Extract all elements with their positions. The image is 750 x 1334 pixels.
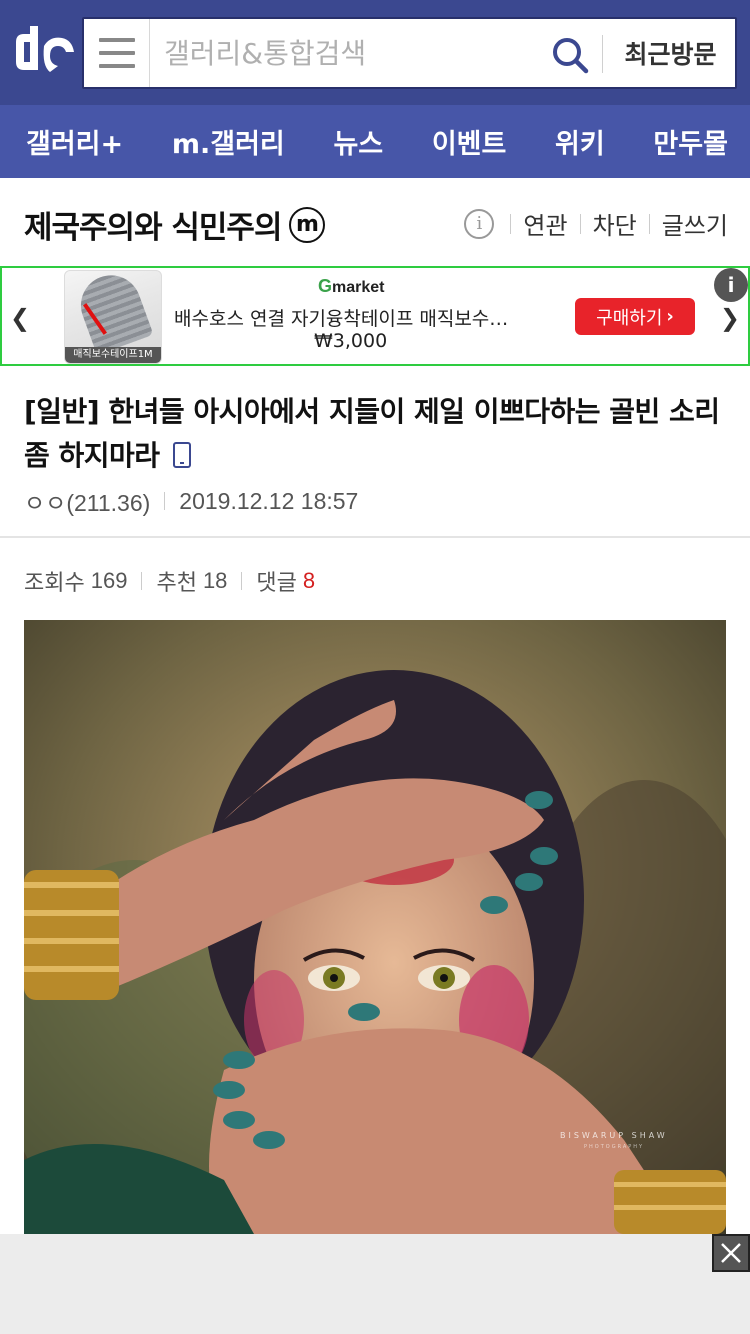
chevron-right-icon[interactable]: ❯ bbox=[720, 304, 740, 332]
menu-line bbox=[98, 38, 135, 42]
info-icon[interactable]: i bbox=[464, 208, 495, 239]
top-header: 최근방문 bbox=[0, 0, 750, 105]
mobile-icon bbox=[172, 442, 191, 468]
post-meta: ㅇㅇ(211.36) 2019.12.12 18:57 bbox=[24, 484, 358, 518]
views-count: 169 bbox=[90, 568, 128, 593]
ad-product-image[interactable]: 매직보수테이프1M bbox=[64, 270, 162, 364]
chevron-right-icon: › bbox=[666, 306, 674, 327]
photo-watermark-sub: PHOTOGRAPHY bbox=[584, 1144, 644, 1150]
separator bbox=[164, 492, 166, 510]
hamburger-menu-button[interactable] bbox=[84, 19, 150, 87]
brand-name: market bbox=[332, 279, 385, 296]
hose-graphic bbox=[72, 271, 154, 356]
close-x-graphic bbox=[721, 1243, 741, 1263]
buy-button[interactable]: 구매하기 › bbox=[575, 298, 695, 335]
nav-item-mandu-mall[interactable]: 만두몰 bbox=[653, 122, 728, 161]
gallery-actions: i 연관 차단 글쓰기 bbox=[464, 206, 728, 241]
close-icon[interactable] bbox=[712, 1234, 750, 1272]
ad-info-icon[interactable]: i bbox=[714, 268, 748, 302]
divider bbox=[0, 536, 750, 538]
views-label: 조회수 bbox=[24, 570, 85, 595]
buy-label: 구매하기 bbox=[596, 307, 663, 329]
recent-visits-button[interactable]: 최근방문 bbox=[604, 19, 737, 87]
separator bbox=[648, 213, 650, 234]
nav-item-event[interactable]: 이벤트 bbox=[432, 122, 507, 161]
block-button[interactable]: 차단 bbox=[593, 206, 637, 241]
bottom-ad-banner[interactable] bbox=[0, 1234, 750, 1334]
menu-line bbox=[98, 64, 135, 68]
portrait-photo: BISWARUP SHAW PHOTOGRAPHY bbox=[24, 620, 726, 1234]
write-button[interactable]: 글쓰기 bbox=[662, 206, 728, 241]
related-button[interactable]: 연관 bbox=[523, 206, 567, 241]
search-divider bbox=[602, 35, 603, 73]
nav-item-gallery-plus[interactable]: 갤러리+ bbox=[26, 122, 123, 161]
gmarket-logo: Gmarket bbox=[318, 276, 385, 296]
post-author[interactable]: ㅇㅇ(211.36) bbox=[24, 484, 150, 518]
search-icon[interactable] bbox=[550, 35, 590, 75]
post-stats: 조회수 169 추천 18 댓글 8 bbox=[24, 565, 315, 597]
nav-item-m-gallery[interactable]: m.갤러리 bbox=[172, 122, 285, 161]
gallery-bar: 제국주의와 식민주의 m i 연관 차단 글쓰기 bbox=[0, 178, 750, 266]
search-input[interactable] bbox=[164, 29, 544, 77]
gallery-name: 제국주의와 식민주의 bbox=[24, 210, 282, 246]
nav-item-news[interactable]: 뉴스 bbox=[333, 122, 383, 161]
menu-line bbox=[98, 51, 135, 55]
separator bbox=[510, 213, 512, 234]
ad-product-name[interactable]: 배수호스 연결 자기융착테이프 매직보수테이프 bbox=[174, 304, 519, 331]
dc-logo-icon[interactable] bbox=[10, 24, 76, 78]
post-date: 2019.12.12 18:57 bbox=[179, 487, 359, 514]
post-title: [일반] 한녀들 아시아에서 지들이 제일 이쁘다하는 골빈 소리 좀 하지마라 bbox=[24, 390, 730, 478]
chevron-left-icon[interactable]: ❮ bbox=[10, 304, 30, 332]
main-nav: 갤러리+ m.갤러리 뉴스 이벤트 위키 만두몰 bbox=[0, 105, 750, 178]
post-image[interactable]: BISWARUP SHAW PHOTOGRAPHY bbox=[24, 620, 726, 1234]
gallery-title[interactable]: 제국주의와 식민주의 m bbox=[24, 202, 326, 247]
separator bbox=[579, 213, 581, 234]
recommend-count: 18 bbox=[202, 568, 228, 593]
separator bbox=[141, 572, 143, 590]
nav-item-wiki[interactable]: 위키 bbox=[555, 122, 605, 161]
photo-watermark: BISWARUP SHAW bbox=[560, 1131, 668, 1140]
ad-banner[interactable]: ❮ 매직보수테이프1M Gmarket 배수호스 연결 자기융착테이프 매직보수… bbox=[0, 266, 750, 366]
recommend-label: 추천 bbox=[156, 570, 197, 595]
comments-count[interactable]: 8 bbox=[303, 568, 315, 594]
search-box: 최근방문 bbox=[82, 17, 737, 89]
minor-gallery-badge: m bbox=[289, 206, 326, 243]
thumb-label: 매직보수테이프1M bbox=[65, 347, 161, 363]
separator bbox=[241, 572, 243, 590]
comments-label[interactable]: 댓글 bbox=[256, 565, 296, 597]
post-title-text: [일반] 한녀들 아시아에서 지들이 제일 이쁘다하는 골빈 소리 좀 하지마라 bbox=[24, 395, 720, 472]
ad-price: ₩3,000 bbox=[314, 330, 388, 352]
